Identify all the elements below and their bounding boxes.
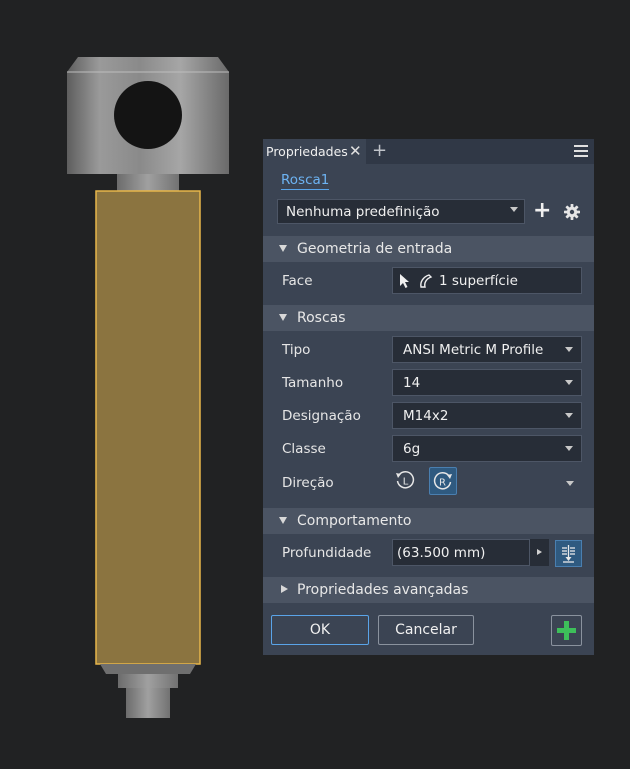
surface-icon bbox=[420, 273, 433, 288]
collapse-triangle-icon bbox=[279, 517, 287, 524]
bolt-tail bbox=[100, 664, 196, 718]
chevron-down-icon bbox=[510, 207, 518, 212]
left-hand-glyph: L bbox=[403, 477, 409, 488]
section-title: Propriedades avançadas bbox=[297, 582, 469, 598]
section-behavior[interactable]: Comportamento bbox=[263, 508, 594, 534]
depth-expand-arrow[interactable] bbox=[529, 539, 549, 566]
size-dropdown[interactable]: 14 bbox=[392, 369, 582, 396]
designation-value: M14x2 bbox=[403, 407, 449, 424]
section-title: Geometria de entrada bbox=[297, 241, 453, 257]
close-icon[interactable]: ✕ bbox=[349, 142, 362, 160]
type-label: Tipo bbox=[282, 342, 311, 358]
depth-input[interactable]: (63.500 mm) bbox=[392, 539, 548, 566]
menu-icon[interactable] bbox=[574, 145, 588, 157]
thread-face-selected[interactable] bbox=[95, 190, 201, 665]
tab-properties[interactable]: Propriedades ✕ bbox=[263, 139, 366, 164]
face-value: 1 superfície bbox=[439, 272, 518, 289]
section-threads[interactable]: Roscas bbox=[263, 305, 594, 331]
bolt-neck bbox=[117, 174, 179, 192]
size-value: 14 bbox=[403, 374, 421, 391]
section-title: Roscas bbox=[297, 310, 346, 326]
section-title: Comportamento bbox=[297, 513, 412, 529]
collapse-triangle-icon bbox=[279, 314, 287, 321]
apply-plus-button[interactable] bbox=[551, 615, 582, 646]
chevron-down-icon bbox=[565, 347, 573, 352]
right-hand-thread-button[interactable]: R bbox=[429, 467, 457, 495]
designation-dropdown[interactable]: M14x2 bbox=[392, 402, 582, 429]
bolt-head bbox=[67, 57, 229, 174]
type-value: ANSI Metric M Profile bbox=[403, 341, 544, 358]
right-hand-icon: R bbox=[433, 472, 452, 490]
expand-triangle-icon bbox=[281, 585, 288, 593]
tab-label: Propriedades bbox=[266, 144, 348, 159]
preset-value: Nenhuma predefinição bbox=[286, 203, 440, 220]
panel-tab-bar: Propriedades ✕ + bbox=[263, 139, 594, 164]
green-plus-icon bbox=[557, 621, 576, 640]
section-advanced[interactable]: Propriedades avançadas bbox=[263, 577, 594, 603]
ok-button[interactable]: OK bbox=[271, 615, 369, 645]
gear-icon[interactable] bbox=[563, 203, 581, 221]
feature-name[interactable]: Rosca1 bbox=[281, 172, 330, 190]
face-label: Face bbox=[282, 273, 313, 289]
left-hand-thread-button[interactable]: L bbox=[394, 469, 416, 491]
chevron-down-icon bbox=[565, 413, 573, 418]
face-selector[interactable]: 1 superfície bbox=[392, 267, 582, 294]
add-tab-icon[interactable]: + bbox=[372, 140, 387, 161]
designation-label: Designação bbox=[282, 408, 361, 424]
full-length-icon bbox=[562, 545, 575, 563]
collapse-triangle-icon bbox=[279, 245, 287, 252]
right-hand-glyph: R bbox=[439, 478, 446, 489]
chevron-down-icon bbox=[565, 380, 573, 385]
class-value: 6g bbox=[403, 440, 421, 457]
class-label: Classe bbox=[282, 441, 326, 457]
full-length-toggle[interactable] bbox=[555, 540, 582, 567]
chevron-down-icon bbox=[565, 446, 573, 451]
section-input-geometry[interactable]: Geometria de entrada bbox=[263, 236, 594, 262]
class-dropdown[interactable]: 6g bbox=[392, 435, 582, 462]
preset-dropdown[interactable]: Nenhuma predefinição bbox=[277, 199, 525, 224]
chevron-down-icon[interactable] bbox=[566, 481, 574, 486]
head-hole bbox=[114, 81, 182, 149]
direction-label: Direção bbox=[282, 475, 334, 491]
depth-label: Profundidade bbox=[282, 545, 372, 561]
type-dropdown[interactable]: ANSI Metric M Profile bbox=[392, 336, 582, 363]
size-label: Tamanho bbox=[282, 375, 344, 391]
add-preset-icon[interactable]: + bbox=[533, 199, 551, 224]
depth-value: (63.500 mm) bbox=[397, 544, 486, 561]
properties-panel: Propriedades ✕ + Rosca1 Nenhuma predefin… bbox=[263, 139, 594, 655]
cursor-arrow-icon bbox=[400, 273, 409, 288]
left-hand-icon: L bbox=[396, 471, 415, 489]
cancel-button[interactable]: Cancelar bbox=[378, 615, 474, 645]
